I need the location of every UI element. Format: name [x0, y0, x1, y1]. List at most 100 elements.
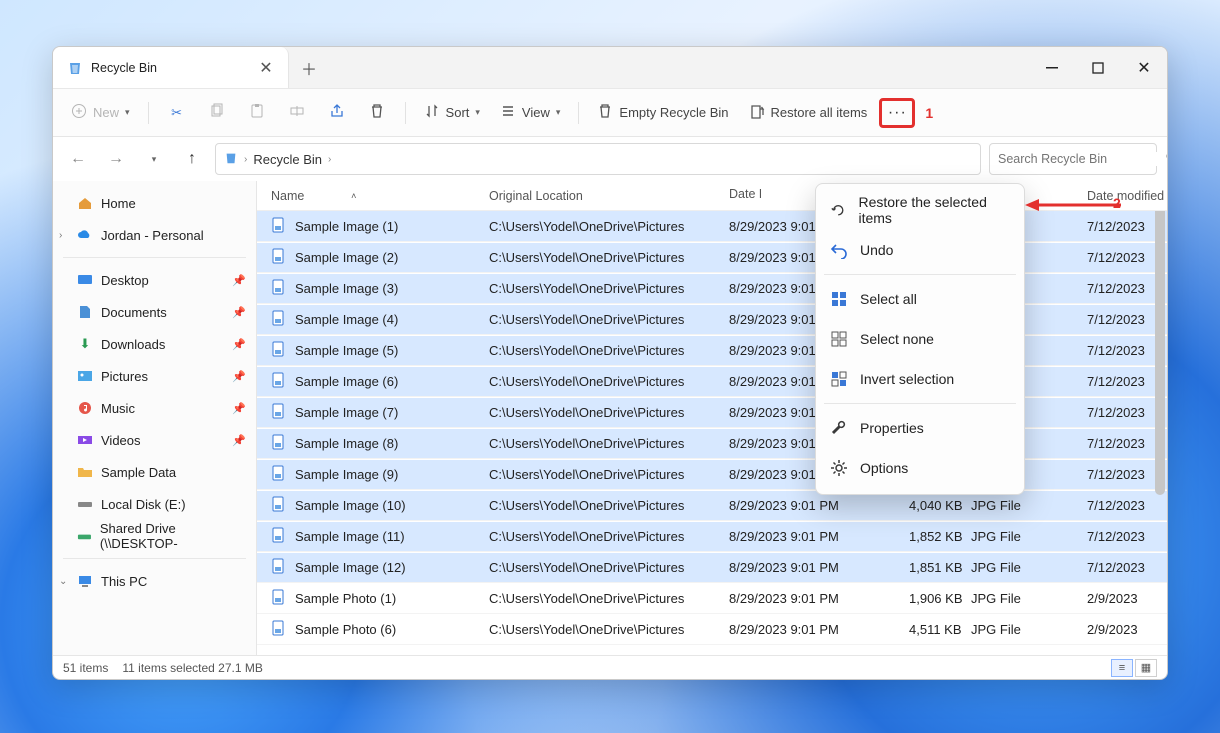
music-icon — [77, 400, 93, 416]
ctx-select-all[interactable]: Select all — [816, 279, 1024, 319]
file-name: Sample Image (4) — [295, 312, 398, 327]
file-name: Sample Image (10) — [295, 498, 406, 513]
pc-icon — [77, 573, 93, 589]
sidebar-item-this-pc[interactable]: ⌄This PC — [53, 565, 256, 597]
ellipsis-icon: ··· — [888, 104, 907, 122]
search-icon[interactable] — [1165, 150, 1168, 169]
original-location: C:\Users\Yodel\OneDrive\Pictures — [489, 312, 729, 327]
table-row[interactable]: Sample Image (8)C:\Users\Yodel\OneDrive\… — [257, 428, 1167, 459]
ctx-options[interactable]: Options — [816, 448, 1024, 488]
ctx-invert-selection[interactable]: Invert selection — [816, 359, 1024, 399]
rows-container[interactable]: Sample Image (1)C:\Users\Yodel\OneDrive\… — [257, 211, 1167, 655]
status-bar: 51 items 11 items selected 27.1 MB ≡ ▦ — [53, 655, 1167, 679]
sidebar-item-shared-drive[interactable]: Shared Drive (\\DESKTOP- — [53, 520, 256, 552]
desktop-icon — [77, 272, 93, 288]
new-button[interactable]: New ▾ — [63, 97, 138, 129]
ctx-properties[interactable]: Properties — [816, 408, 1024, 448]
file-name: Sample Image (5) — [295, 343, 398, 358]
sidebar-item-downloads[interactable]: ⬇Downloads📌 — [53, 328, 256, 360]
sidebar-label: Shared Drive (\\DESKTOP- — [100, 521, 246, 551]
file-icon — [271, 310, 287, 329]
date-deleted: 8/29/2023 9:01 PM — [729, 560, 909, 575]
share-button[interactable] — [319, 97, 355, 129]
sidebar-item-desktop[interactable]: Desktop📌 — [53, 264, 256, 296]
file-icon — [271, 248, 287, 267]
back-button[interactable]: ← — [63, 144, 93, 174]
home-icon — [77, 195, 93, 211]
item-count: 51 items — [63, 661, 108, 675]
table-row[interactable]: Sample Image (9)C:\Users\Yodel\OneDrive\… — [257, 459, 1167, 490]
cut-button[interactable]: ✂ — [159, 97, 195, 129]
table-row[interactable]: Sample Image (1)C:\Users\Yodel\OneDrive\… — [257, 211, 1167, 242]
sidebar-item-home[interactable]: Home — [53, 187, 256, 219]
table-row[interactable]: Sample Image (3)C:\Users\Yodel\OneDrive\… — [257, 273, 1167, 304]
pin-icon: 📌 — [232, 338, 246, 351]
item-type: JPG File — [971, 560, 1087, 575]
ctx-select-none[interactable]: Select none — [816, 319, 1024, 359]
thumbnail-view-button[interactable]: ▦ — [1135, 659, 1157, 677]
view-button[interactable]: View ▾ — [492, 97, 568, 129]
sidebar[interactable]: Home › Jordan - Personal Desktop📌 Docume… — [53, 181, 257, 655]
rename-button[interactable] — [279, 97, 315, 129]
scrollbar-thumb[interactable] — [1155, 211, 1165, 495]
search-box[interactable] — [989, 143, 1157, 175]
address-bar[interactable]: › Recycle Bin › — [215, 143, 981, 175]
arrow-right-icon: → — [108, 150, 124, 168]
table-row[interactable]: Sample Image (2)C:\Users\Yodel\OneDrive\… — [257, 242, 1167, 273]
sidebar-item-videos[interactable]: Videos📌 — [53, 424, 256, 456]
sidebar-label: Downloads — [101, 337, 165, 352]
sort-button[interactable]: Sort ▾ — [416, 97, 488, 129]
paste-button[interactable] — [239, 97, 275, 129]
file-name: Sample Image (9) — [295, 467, 398, 482]
original-location: C:\Users\Yodel\OneDrive\Pictures — [489, 219, 729, 234]
window-tab[interactable]: Recycle Bin ✕ — [53, 47, 289, 88]
sidebar-item-local-disk[interactable]: Local Disk (E:) — [53, 488, 256, 520]
table-row[interactable]: Sample Image (4) C:\Users\Yodel\OneDrive\… — [257, 304, 1167, 335]
sidebar-item-onedrive[interactable]: › Jordan - Personal — [53, 219, 256, 251]
maximize-button[interactable] — [1075, 47, 1121, 88]
more-button[interactable]: ··· — [879, 98, 915, 128]
sidebar-item-sample-data[interactable]: Sample Data — [53, 456, 256, 488]
recent-dropdown[interactable]: ▾ — [139, 144, 169, 174]
restore-all-button[interactable]: Restore all items — [741, 97, 876, 129]
table-row[interactable]: Sample Image (10)C:\Users\Yodel\OneDrive… — [257, 490, 1167, 521]
breadcrumb-root[interactable]: Recycle Bin — [253, 152, 322, 167]
search-input[interactable] — [998, 152, 1159, 166]
sidebar-item-music[interactable]: Music📌 — [53, 392, 256, 424]
table-row[interactable]: Sample Image (11)C:\Users\Yodel\OneDrive… — [257, 521, 1167, 552]
new-tab-button[interactable]: ＋ — [289, 47, 329, 88]
up-button[interactable]: ↑ — [177, 144, 207, 174]
tab-close-button[interactable]: ✕ — [258, 60, 274, 76]
titlebar: Recycle Bin ✕ ＋ ✕ — [53, 47, 1167, 89]
empty-recycle-bin-button[interactable]: Empty Recycle Bin — [589, 97, 736, 129]
file-name: Sample Image (12) — [295, 560, 406, 575]
sidebar-item-pictures[interactable]: Pictures📌 — [53, 360, 256, 392]
table-row[interactable]: Sample Photo (6)C:\Users\Yodel\OneDrive\… — [257, 614, 1167, 645]
ctx-undo[interactable]: Undo — [816, 230, 1024, 270]
copy-button[interactable] — [199, 97, 235, 129]
table-row[interactable]: Sample Image (5)C:\Users\Yodel\OneDrive\… — [257, 335, 1167, 366]
item-type: JPG File — [971, 591, 1087, 606]
ctx-restore-selected[interactable]: Restore the selected items — [816, 190, 1024, 230]
chevron-right-icon[interactable]: › — [59, 230, 62, 241]
col-orig[interactable]: Original Location — [489, 189, 729, 203]
forward-button[interactable]: → — [101, 144, 131, 174]
chevron-right-icon: › — [328, 154, 331, 165]
table-row[interactable]: Sample Image (12)C:\Users\Yodel\OneDrive… — [257, 552, 1167, 583]
sidebar-item-documents[interactable]: Documents📌 — [53, 296, 256, 328]
table-row[interactable]: Sample Photo (1)C:\Users\Yodel\OneDrive\… — [257, 583, 1167, 614]
chevron-down-icon[interactable]: ⌄ — [59, 576, 67, 587]
view-label: View — [522, 105, 550, 120]
cloud-icon — [77, 227, 93, 243]
sidebar-label: Home — [101, 196, 136, 211]
details-view-button[interactable]: ≡ — [1111, 659, 1133, 677]
file-name: Sample Image (8) — [295, 436, 398, 451]
table-row[interactable]: Sample Image (7)C:\Users\Yodel\OneDrive\… — [257, 397, 1167, 428]
pin-icon: 📌 — [232, 274, 246, 287]
item-type: JPG File — [971, 529, 1087, 544]
minimize-button[interactable] — [1029, 47, 1075, 88]
table-row[interactable]: Sample Image (6)C:\Users\Yodel\OneDrive\… — [257, 366, 1167, 397]
col-name[interactable]: Name ˄ — [271, 189, 489, 203]
close-button[interactable]: ✕ — [1121, 47, 1167, 88]
delete-button[interactable] — [359, 97, 395, 129]
